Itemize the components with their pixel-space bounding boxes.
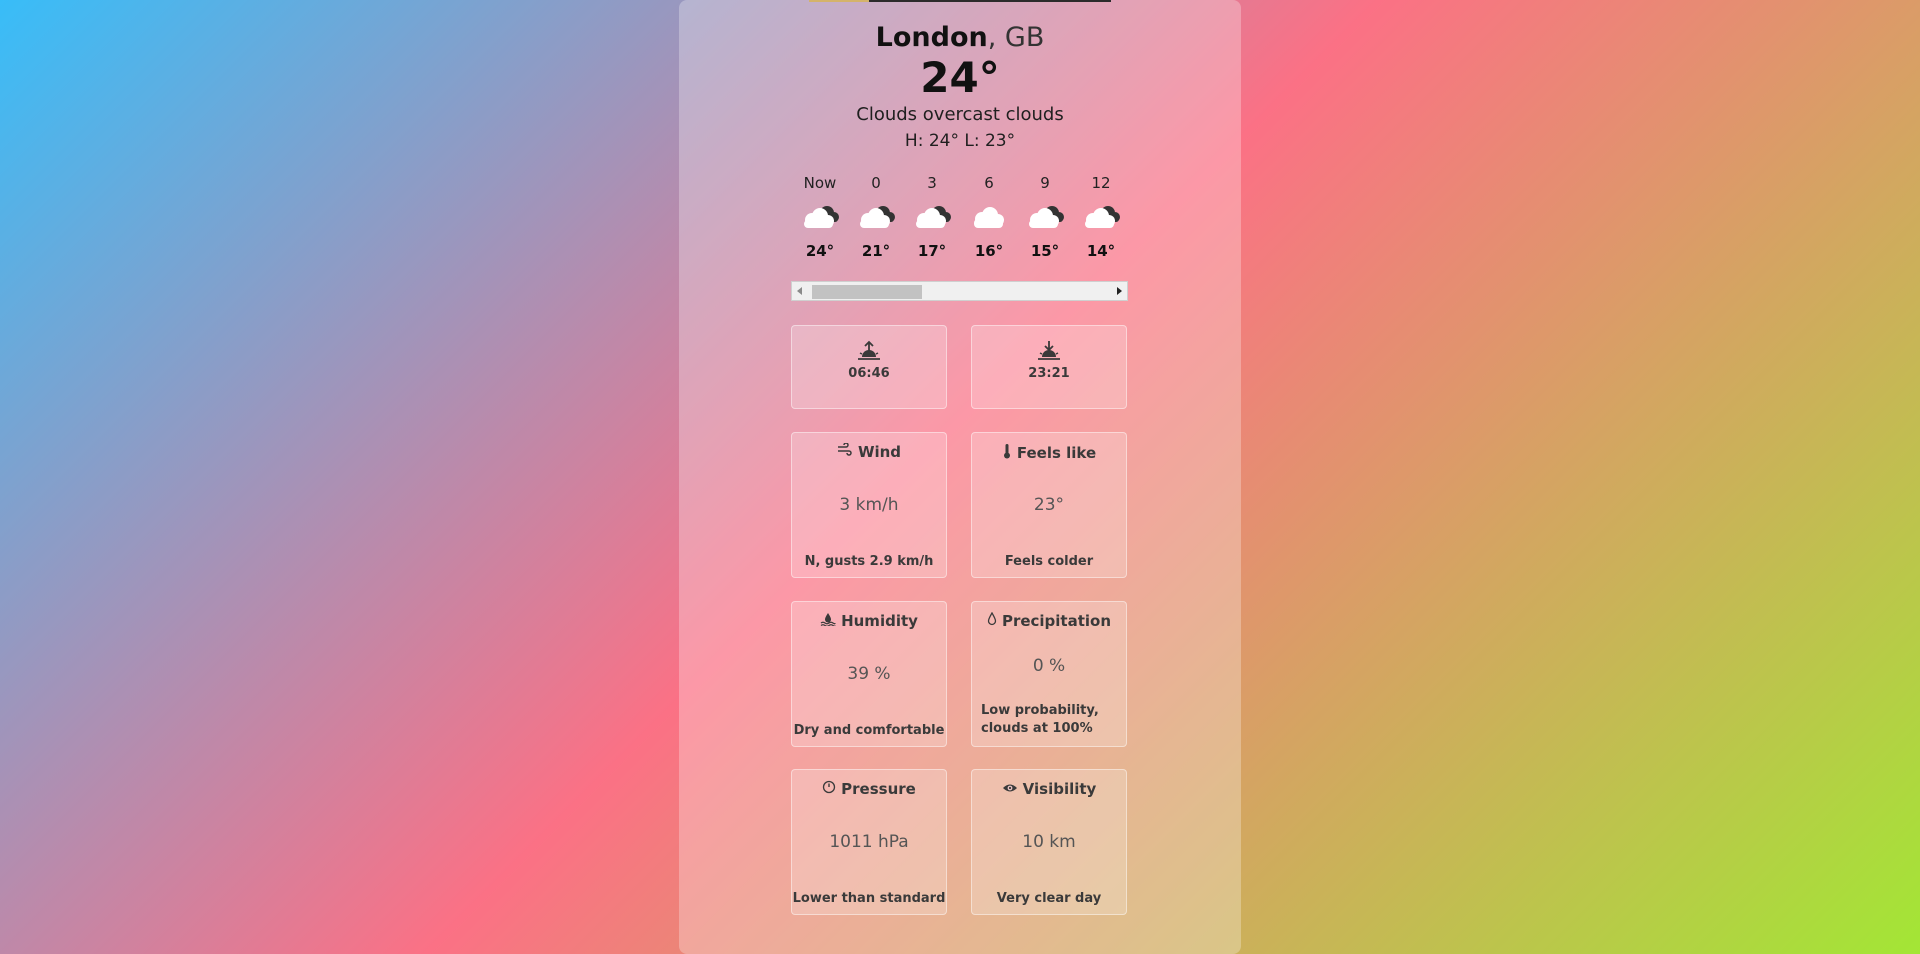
hourly-item: 3 17° (906, 172, 958, 262)
pressure-title: Pressure (792, 780, 946, 798)
hourly-item: 6 16° (963, 172, 1015, 262)
visibility-label: Visibility (1022, 780, 1097, 798)
wind-title: Wind (792, 442, 946, 461)
hourly-temperature: 16° (974, 242, 1004, 260)
sunset-icon (972, 340, 1126, 362)
feels-like-title: Feels like (972, 443, 1126, 463)
hourly-time: Now (803, 174, 837, 192)
weather-description: Clouds overcast clouds (856, 104, 1064, 125)
sunrise-time: 06:46 (848, 366, 890, 381)
gauge-icon (822, 780, 836, 798)
cloud-dark-icon (850, 194, 902, 240)
hourly-time: 6 (984, 174, 994, 192)
current-weather-header: London, GB 24° Clouds overcast clouds H:… (679, 20, 1241, 154)
cloud-dark-icon (794, 194, 846, 240)
visibility-note: Very clear day (996, 891, 1102, 906)
feels-like-card: Feels like 23° Feels colder (971, 432, 1127, 578)
scroll-right-arrow[interactable] (1117, 287, 1122, 295)
humidity-note: Dry and comfortable (793, 723, 945, 738)
feels-like-note: Feels colder (1004, 554, 1094, 569)
city-name: London (875, 22, 988, 53)
hourly-item: Now 24° (794, 172, 846, 262)
scrollbar-thumb[interactable] (812, 285, 922, 299)
wind-note: N, gusts 2.9 km/h (804, 554, 934, 569)
thermometer-icon (1002, 443, 1012, 463)
wind-icon (837, 442, 853, 461)
sunrise-icon (792, 340, 946, 362)
hourly-temperature: 14° (1086, 242, 1116, 260)
current-temperature: 24° (920, 53, 1000, 102)
humidity-card: Humidity 39 % Dry and comfortable (791, 601, 947, 747)
pressure-value: 1011 hPa (829, 832, 909, 852)
location-separator: , (987, 22, 1005, 53)
country-code: GB (1004, 22, 1045, 53)
humidity-title: Humidity (792, 612, 946, 630)
hourly-temperature: 21° (861, 242, 891, 260)
cloud-dark-icon (1019, 194, 1071, 240)
humidity-icon (820, 612, 836, 630)
precipitation-note: Low probability, clouds at 100% (981, 703, 1099, 736)
hourly-item: 12 14° (1075, 172, 1127, 262)
location-line: London, GB (679, 20, 1241, 56)
hourly-temperature: 15° (1030, 242, 1060, 260)
hourly-temperature: 24° (805, 242, 835, 260)
eye-icon (1002, 780, 1018, 798)
pressure-note: Lower than standard (792, 891, 946, 906)
high-low-temperature: H: 24° L: 23° (904, 131, 1016, 151)
cloud-dark-icon (906, 194, 958, 240)
humidity-value: 39 % (847, 664, 891, 684)
precipitation-card: Precipitation 0 % Low probability, cloud… (971, 601, 1127, 747)
wind-card: Wind 3 km/h N, gusts 2.9 km/h (791, 432, 947, 578)
top-search-underline (869, 0, 1111, 2)
pressure-label: Pressure (841, 780, 916, 798)
visibility-title: Visibility (972, 780, 1126, 798)
wind-label: Wind (857, 443, 902, 461)
feels-like-value: 23° (1033, 495, 1065, 515)
hourly-temperature: 17° (917, 242, 947, 260)
droplet-icon (987, 611, 997, 630)
hourly-forecast[interactable]: Now 24° 0 21° 3 17° 6 16° 9 15° 12 14° (791, 172, 1129, 272)
hourly-time: 3 (927, 174, 937, 192)
cloud-icon (963, 194, 1015, 240)
visibility-value: 10 km (1022, 832, 1076, 852)
hourly-time: 12 (1091, 174, 1111, 192)
hourly-time: 9 (1040, 174, 1050, 192)
cloud-dark-icon (1075, 194, 1127, 240)
visibility-card: Visibility 10 km Very clear day (971, 769, 1127, 915)
precipitation-value: 0 % (1032, 656, 1066, 676)
top-accent-bar (809, 0, 869, 2)
sunset-time: 23:21 (1028, 366, 1070, 381)
scroll-left-arrow[interactable] (797, 287, 802, 295)
wind-value: 3 km/h (839, 495, 899, 515)
hourly-item: 0 21° (850, 172, 902, 262)
hourly-item: 9 15° (1019, 172, 1071, 262)
hourly-scrollbar[interactable] (791, 281, 1128, 301)
pressure-card: Pressure 1011 hPa Lower than standard (791, 769, 947, 915)
sunrise-card: 06:46 (791, 325, 947, 409)
sunset-card: 23:21 (971, 325, 1127, 409)
precipitation-title: Precipitation (972, 611, 1126, 630)
feels-like-label: Feels like (1016, 444, 1097, 462)
hourly-time: 0 (871, 174, 881, 192)
humidity-label: Humidity (841, 612, 918, 630)
precipitation-label: Precipitation (1001, 612, 1112, 630)
